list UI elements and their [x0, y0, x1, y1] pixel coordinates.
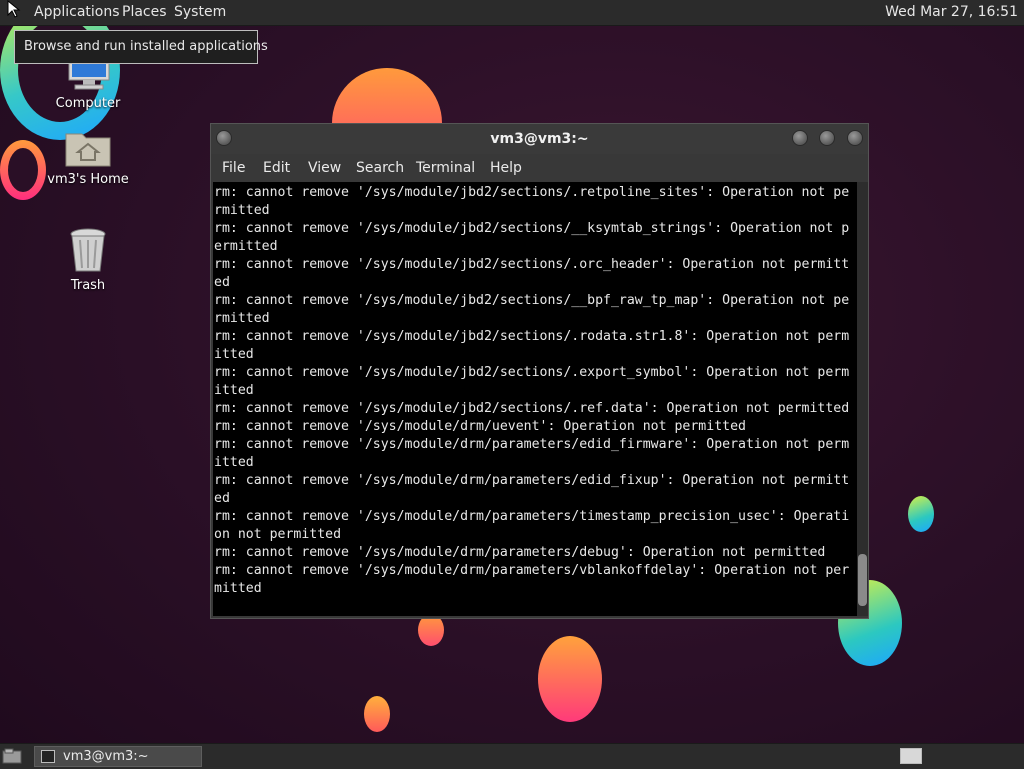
- terminal-line: rmitted: [214, 203, 270, 218]
- terminal-line: rm: cannot remove '/sys/module/drm/param…: [214, 509, 850, 524]
- menu-help[interactable]: Help: [490, 160, 522, 176]
- terminal-line: rm: cannot remove '/sys/module/jbd2/sect…: [214, 185, 850, 200]
- applications-tooltip: Browse and run installed applications: [14, 30, 268, 64]
- terminal-line: rm: cannot remove '/sys/module/jbd2/sect…: [214, 257, 850, 272]
- wallpaper-small-orange-oval: [364, 696, 390, 732]
- maximize-button[interactable]: [819, 130, 835, 146]
- terminal-line: itted: [214, 347, 254, 362]
- taskbar-item-label: vm3@vm3:~: [63, 749, 149, 764]
- terminal-screen[interactable]: rm: cannot remove '/sys/module/jbd2/sect…: [213, 182, 857, 616]
- clock[interactable]: Wed Mar 27, 16:51: [885, 4, 1018, 20]
- system-menu[interactable]: System: [174, 4, 226, 20]
- terminal-output: rm: cannot remove '/sys/module/jbd2/sect…: [213, 182, 857, 598]
- terminal-line: on not permitted: [214, 527, 342, 542]
- terminal-line: rm: cannot remove '/sys/module/drm/param…: [214, 437, 850, 452]
- menu-view[interactable]: View: [308, 160, 341, 176]
- applications-menu[interactable]: Applications: [34, 4, 120, 20]
- bottom-panel: vm3@vm3:~: [0, 743, 1024, 769]
- desktop-icon-home[interactable]: vm3's Home: [40, 128, 136, 187]
- menu-search[interactable]: Search: [356, 160, 404, 176]
- trash-icon: [70, 228, 106, 272]
- wallpaper-orange-oval: [538, 636, 602, 722]
- menu-file[interactable]: File: [222, 160, 245, 176]
- terminal-line: rm: cannot remove '/sys/module/jbd2/sect…: [214, 401, 850, 416]
- terminal-menubar: File Edit View Search Terminal Help: [211, 154, 868, 182]
- minimize-button[interactable]: [792, 130, 808, 146]
- desktop-icon-label: Computer: [55, 96, 121, 111]
- terminal-line: ed: [214, 491, 230, 506]
- terminal-line: itted: [214, 455, 254, 470]
- terminal-line: rm: cannot remove '/sys/module/jbd2/sect…: [214, 329, 850, 344]
- top-panel: Applications Places System Wed Mar 27, 1…: [0, 0, 1024, 26]
- desktop-icon-label: vm3's Home: [47, 172, 129, 187]
- desktop-icon-computer[interactable]: Computer: [40, 57, 136, 111]
- terminal-line: itted: [214, 383, 254, 398]
- terminal-line: rm: cannot remove '/sys/module/drm/param…: [214, 563, 850, 578]
- scrollbar-thumb[interactable]: [858, 554, 867, 606]
- desktop-icon-trash[interactable]: Trash: [40, 228, 136, 293]
- terminal-line: rm: cannot remove '/sys/module/drm/ueven…: [214, 419, 746, 434]
- menu-terminal[interactable]: Terminal: [416, 160, 475, 176]
- terminal-line: rm: cannot remove '/sys/module/drm/param…: [214, 545, 826, 560]
- terminal-line: rm: cannot remove '/sys/module/drm/param…: [214, 473, 850, 488]
- mouse-cursor-icon: [7, 0, 21, 18]
- terminal-line: ermitted: [214, 239, 278, 254]
- menu-edit[interactable]: Edit: [263, 160, 290, 176]
- window-titlebar[interactable]: vm3@vm3:~: [211, 124, 868, 154]
- taskbar-item-terminal[interactable]: vm3@vm3:~: [34, 746, 202, 767]
- home-folder-icon: [65, 133, 111, 167]
- wallpaper-small-green-oval: [908, 496, 934, 532]
- window-menu-button[interactable]: [216, 130, 232, 146]
- terminal-icon: [41, 750, 55, 763]
- terminal-line: ed: [214, 275, 230, 290]
- terminal-scrollbar[interactable]: [857, 182, 868, 616]
- desktop-icon-label: Trash: [70, 278, 106, 293]
- close-button[interactable]: [847, 130, 863, 146]
- show-desktop-icon[interactable]: [2, 748, 22, 764]
- window-title: vm3@vm3:~: [490, 131, 589, 147]
- workspace-switcher[interactable]: [900, 748, 922, 764]
- terminal-line: rm: cannot remove '/sys/module/jbd2/sect…: [214, 365, 850, 380]
- terminal-line: rm: cannot remove '/sys/module/jbd2/sect…: [214, 293, 850, 308]
- terminal-line: rm: cannot remove '/sys/module/jbd2/sect…: [214, 221, 850, 236]
- terminal-line: rmitted: [214, 311, 270, 326]
- places-menu[interactable]: Places: [122, 4, 167, 20]
- terminal-window[interactable]: vm3@vm3:~ File Edit View Search Terminal…: [210, 123, 869, 619]
- terminal-line: mitted: [214, 581, 262, 596]
